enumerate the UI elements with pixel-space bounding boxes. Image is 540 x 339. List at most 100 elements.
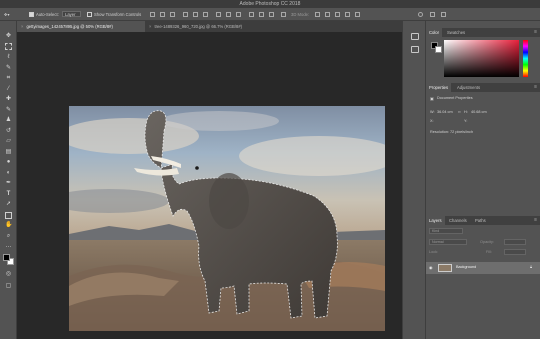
document-canvas[interactable] [69, 106, 385, 331]
eraser-icon[interactable]: ▱ [5, 138, 12, 145]
tab-properties[interactable]: Properties [426, 83, 452, 92]
auto-select-dropdown[interactable]: Layer [62, 11, 82, 18]
close-tab-icon[interactable]: × [21, 24, 23, 29]
hand-icon[interactable]: ✋ [5, 222, 12, 229]
rectangle-icon[interactable] [5, 212, 12, 219]
tab-layers[interactable]: Layers [426, 216, 445, 225]
marquee-tool-icon[interactable] [5, 43, 12, 50]
workspace-icon[interactable] [430, 12, 435, 17]
align-left-icon[interactable] [183, 12, 188, 17]
close-tab-icon[interactable]: × [149, 24, 151, 29]
move-tool-preset-icon[interactable]: ✥▾ [4, 11, 10, 18]
type-icon[interactable]: T [5, 191, 12, 198]
lasso-tool-icon[interactable]: ℓ [5, 54, 12, 61]
document-properties-icon: ▣ [430, 97, 434, 101]
blend-mode-dropdown[interactable]: Normal [429, 239, 467, 245]
brush-icon[interactable]: ✎ [5, 107, 12, 114]
window-title: Adobe Photoshop CC 2018 [239, 1, 301, 7]
history-panel-icon[interactable] [411, 33, 419, 40]
align-bottom-icon[interactable] [170, 12, 175, 17]
auto-select-check[interactable] [29, 12, 34, 18]
screen-mode-icon[interactable]: ▢ [5, 283, 12, 290]
auto-select-checkbox[interactable]: Auto-Select: [29, 11, 59, 18]
clone-stamp-icon[interactable]: ♟ [5, 117, 12, 124]
tab-tree[interactable]: × tree-1489326_960_720.jpg @ 66.7% (RGB/8… [145, 21, 275, 32]
history-brush-icon[interactable]: ↺ [5, 128, 12, 135]
distribute-right-icon[interactable] [269, 12, 274, 17]
tools-panel: ✥ ℓ ✎ ⌗ ⁄ ✚ ✎ ♟ ↺ ▱ ▤ ● ◐ ✒ T ➚ ✋ ⌕ … ◎ … [0, 21, 17, 339]
dodge-icon[interactable]: ◐ [5, 170, 12, 177]
show-transform-label: Show Transform Controls [94, 12, 142, 17]
eye-icon[interactable]: ◉ [429, 265, 432, 270]
3d-slide-icon[interactable] [345, 12, 350, 17]
document-tab-bar: × gettyimages_142457895.jpg @ 50% (RGB/8#… [17, 21, 402, 32]
panel-menu-icon[interactable]: ≡ [534, 28, 537, 37]
tab-paths[interactable]: Paths [472, 216, 489, 225]
quick-selection-icon[interactable]: ✎ [5, 65, 12, 72]
color-picker-field[interactable] [444, 40, 519, 77]
auto-select-label: Auto-Select: [36, 12, 59, 17]
3d-roll-icon[interactable] [325, 12, 330, 17]
layer-name[interactable]: Background [456, 265, 476, 269]
fill-label: Fill: [486, 250, 492, 254]
distribute-top-icon[interactable] [216, 12, 221, 17]
align-right-icon[interactable] [203, 12, 208, 17]
height-value[interactable]: 40.68 cm [471, 110, 487, 114]
3d-mode-label: 3D Mode: [291, 12, 310, 17]
panel-menu-icon[interactable]: ≡ [534, 83, 537, 92]
link-icon[interactable]: ∞ [458, 110, 461, 114]
pen-icon[interactable]: ✒ [5, 180, 12, 187]
tab-gettyimages[interactable]: × gettyimages_142457895.jpg @ 50% (RGB/8#… [17, 21, 145, 32]
color-panel-tabs: Color Swatches ≡ [426, 28, 540, 37]
3d-orbit-icon[interactable] [315, 12, 320, 17]
photoshop-window: Adobe Photoshop CC 2018 ✥▾ Auto-Select: … [0, 0, 540, 339]
width-value[interactable]: 36.04 cm [437, 110, 453, 114]
panel-background-swatch[interactable] [435, 46, 442, 53]
layer-row-background[interactable]: ◉ Background 🔒︎ [426, 262, 540, 274]
canvas-area[interactable] [17, 32, 402, 339]
lock-icon[interactable]: 🔒︎ [530, 265, 532, 269]
kind-filter-dropdown[interactable]: Kind [429, 228, 463, 234]
hue-slider[interactable] [523, 40, 528, 77]
show-transform-check[interactable] [87, 12, 92, 18]
distribute-middle-icon[interactable] [226, 12, 231, 17]
resolution-text: Resolution: 72 pixels/inch [430, 130, 474, 134]
zoom-icon[interactable]: ⌕ [5, 233, 12, 240]
path-selection-icon[interactable]: ➚ [5, 201, 12, 208]
show-transform-checkbox[interactable]: Show Transform Controls [87, 11, 141, 18]
search-icon[interactable] [418, 12, 423, 17]
align-top-icon[interactable] [150, 12, 155, 17]
title-bar: Adobe Photoshop CC 2018 [0, 0, 540, 8]
properties-header: Document Properties [437, 96, 473, 100]
move-tool-icon[interactable]: ✥ [5, 33, 12, 40]
tab-swatches[interactable]: Swatches [444, 28, 468, 37]
distribute-bottom-icon[interactable] [236, 12, 241, 17]
distribute-center-icon[interactable] [259, 12, 264, 17]
foreground-color-fill[interactable] [3, 254, 10, 261]
actions-panel-icon[interactable] [411, 46, 419, 53]
3d-pan-icon[interactable] [335, 12, 340, 17]
distribute-left-icon[interactable] [249, 12, 254, 17]
gradient-icon[interactable]: ▤ [5, 149, 12, 156]
align-middle-icon[interactable] [160, 12, 165, 17]
auto-align-icon[interactable] [281, 12, 286, 17]
opacity-label: Opacity: [480, 240, 494, 244]
tab-adjustments[interactable]: Adjustments [454, 83, 483, 92]
panel-menu-icon[interactable]: ≡ [534, 216, 537, 225]
healing-brush-icon[interactable]: ✚ [5, 96, 12, 103]
opacity-field[interactable] [504, 239, 526, 245]
blur-icon[interactable]: ● [5, 159, 12, 166]
tab-channels[interactable]: Channels [446, 216, 470, 225]
eyedropper-icon[interactable]: ⁄ [5, 86, 12, 93]
auto-select-value[interactable]: Layer [62, 11, 82, 17]
tab-label: gettyimages_142457895.jpg @ 50% (RGB/8#) [26, 24, 113, 29]
fill-field[interactable] [504, 249, 526, 255]
share-icon[interactable] [441, 12, 446, 17]
crop-tool-icon[interactable]: ⌗ [5, 75, 12, 82]
right-panels: Color Swatches ≡ Properties Adjustments … [426, 21, 540, 339]
align-center-icon[interactable] [193, 12, 198, 17]
quick-mask-icon[interactable]: ◎ [5, 271, 12, 278]
3d-scale-icon[interactable] [355, 12, 360, 17]
tab-color[interactable]: Color [426, 28, 443, 37]
more-tools-icon[interactable]: … [5, 243, 12, 250]
